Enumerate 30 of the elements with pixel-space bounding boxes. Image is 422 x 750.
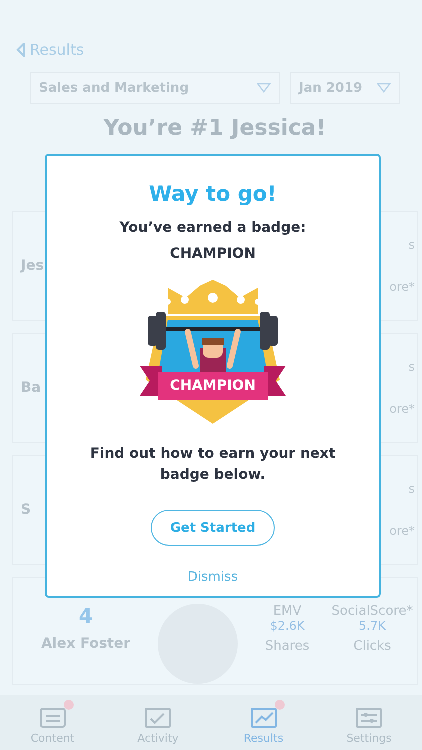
back-icon[interactable] [16, 43, 26, 57]
dialog-subtitle: You’ve earned a badge: [120, 220, 306, 236]
stat-label: Clicks [352, 639, 392, 654]
person-name: Jes [21, 258, 44, 274]
activity-icon [143, 706, 174, 730]
rank-number: 4 [79, 604, 93, 628]
badge-name: CHAMPION [170, 246, 256, 262]
results-icon [248, 706, 279, 730]
stat-label: Shares [264, 639, 311, 654]
filter-dropdown[interactable]: Sales and Marketing [30, 72, 280, 104]
person-name: Alex Foster [41, 636, 131, 652]
filter-dropdown[interactable]: Jan 2019 [290, 72, 400, 104]
tab[interactable]: Results [228, 700, 299, 745]
ribbon-label: CHAMPION [170, 378, 256, 394]
rank-heading: You’re #1 Jessica! [102, 116, 328, 141]
settings-icon [354, 706, 384, 730]
dialog-title: Way to go! [149, 182, 277, 206]
person-name: S [21, 502, 32, 518]
get-started-button[interactable]: Get Started [151, 510, 275, 546]
dropdown-triangle-icon [377, 83, 391, 93]
stat-value: $2.6K [269, 619, 306, 633]
stat-label: SocialScore* [330, 604, 414, 619]
stat-value: 5.7K [358, 619, 387, 633]
dropdown-triangle-icon [257, 83, 271, 93]
content-icon [38, 706, 68, 730]
dismiss-link[interactable]: Dismiss [188, 570, 238, 585]
stat-label: EMV [272, 604, 303, 619]
back-link[interactable]: Results [30, 41, 84, 59]
person-name: Ba [21, 380, 42, 396]
dialog-message: Find out how to earn your next badge below. [89, 445, 337, 485]
